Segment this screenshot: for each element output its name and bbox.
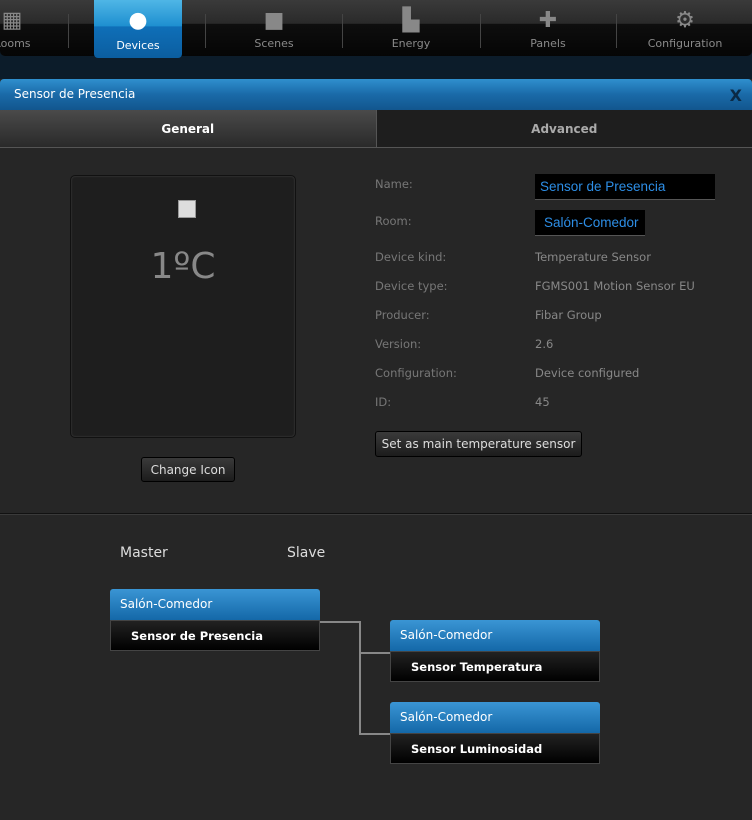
slave-header: Slave bbox=[287, 545, 326, 561]
tab-general[interactable]: General bbox=[0, 110, 376, 147]
room-select[interactable]: Salón-Comedor bbox=[535, 210, 645, 236]
close-button[interactable]: X bbox=[730, 86, 742, 105]
tab-scenes[interactable]: ■ Scenes bbox=[218, 0, 330, 56]
producer-value: Fibar Group bbox=[535, 308, 602, 322]
tab-rooms[interactable]: ▦Rooms bbox=[0, 0, 68, 56]
broken-image-icon bbox=[178, 200, 196, 218]
bar-chart-icon: ▙ bbox=[402, 8, 420, 33]
tab-advanced[interactable]: Advanced bbox=[375, 110, 752, 147]
divider bbox=[0, 513, 752, 515]
tab-configuration[interactable]: ⚙ Configuration bbox=[629, 0, 741, 56]
device-type-label: Device type: bbox=[375, 279, 448, 293]
clapperboard-icon: ■ bbox=[263, 8, 285, 33]
device-kind-value: Temperature Sensor bbox=[535, 250, 651, 264]
dialog-title: Sensor de Presencia bbox=[14, 87, 136, 101]
bulb-icon: ● bbox=[128, 8, 148, 33]
slave-device-card[interactable]: Salón-Comedor Sensor Luminosidad bbox=[390, 702, 600, 764]
card-device: Sensor Luminosidad bbox=[390, 733, 600, 764]
name-label: Name: bbox=[375, 177, 413, 191]
puzzle-icon: ✚ bbox=[538, 8, 558, 33]
change-icon-button[interactable]: Change Icon bbox=[141, 457, 235, 482]
top-nav: ▦Rooms ●Devices ■Scenes ▙Energy ✚Panels … bbox=[0, 0, 752, 58]
device-type-value: FGMS001 Motion Sensor EU bbox=[535, 279, 695, 293]
name-input[interactable]: Sensor de Presencia bbox=[535, 174, 715, 200]
version-value: 2.6 bbox=[535, 337, 554, 351]
configuration-value: Device configured bbox=[535, 366, 640, 380]
tab-panels[interactable]: ✚ Panels bbox=[492, 0, 604, 56]
card-room: Salón-Comedor bbox=[390, 702, 600, 733]
id-label: ID: bbox=[375, 395, 392, 409]
card-room: Salón-Comedor bbox=[110, 589, 320, 620]
temperature-value: 1ºC bbox=[150, 246, 216, 287]
producer-label: Producer: bbox=[375, 308, 430, 322]
device-dialog: Sensor de Presencia X General Advanced 1… bbox=[0, 79, 752, 820]
rooms-icon: ▦ bbox=[1, 8, 23, 33]
configuration-label: Configuration: bbox=[375, 366, 457, 380]
dialog-titlebar: Sensor de Presencia X bbox=[0, 79, 752, 110]
master-device-card[interactable]: Salón-Comedor Sensor de Presencia bbox=[110, 589, 320, 651]
slave-device-card[interactable]: Salón-Comedor Sensor Temperatura bbox=[390, 620, 600, 682]
tab-energy[interactable]: ▙ Energy bbox=[355, 0, 467, 56]
room-label: Room: bbox=[375, 214, 412, 228]
device-icon-preview: 1ºC bbox=[70, 175, 296, 438]
card-device: Sensor Temperatura bbox=[390, 651, 600, 682]
set-main-temperature-button[interactable]: Set as main temperature sensor bbox=[375, 431, 582, 457]
card-room: Salón-Comedor bbox=[390, 620, 600, 651]
master-header: Master bbox=[120, 545, 168, 561]
id-value: 45 bbox=[535, 395, 550, 409]
gears-icon: ⚙ bbox=[675, 8, 695, 33]
card-device: Sensor de Presencia bbox=[110, 620, 320, 651]
device-kind-label: Device kind: bbox=[375, 250, 447, 264]
version-label: Version: bbox=[375, 337, 422, 351]
tab-devices[interactable]: ● Devices bbox=[94, 0, 182, 58]
